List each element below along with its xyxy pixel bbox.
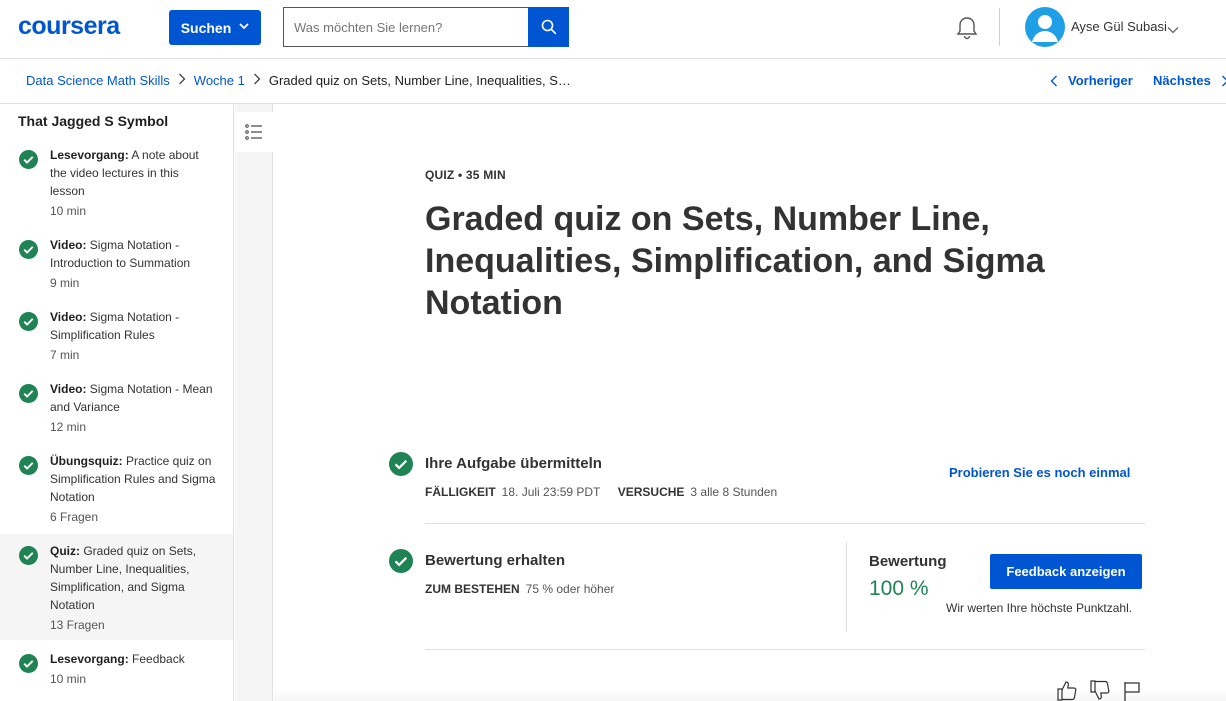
pass-label: ZUM BESTEHEN (425, 582, 520, 596)
pass-details: ZUM BESTEHEN 75 % oder höher (425, 582, 614, 596)
sidebar-item-reading-note[interactable]: Lesevorgang: A note about the video lect… (0, 146, 233, 220)
item-type: Video: (50, 238, 87, 252)
submit-section-title: Ihre Aufgabe übermitteln (425, 455, 602, 472)
item-meta: 13 Fragen (50, 618, 105, 632)
sidebar-item-video-intro[interactable]: Video: Sigma Notation - Introduction to … (0, 236, 233, 292)
item-type: Video: (50, 382, 87, 396)
grade-divider (846, 542, 847, 632)
user-name[interactable]: Ayse Gül Subasi (1071, 19, 1167, 34)
grade-value: 100 % (869, 577, 929, 600)
avatar-icon (1032, 15, 1058, 42)
breadcrumb-course[interactable]: Data Science Math Skills (26, 73, 170, 88)
attempts-label: VERSUCHE (617, 485, 685, 499)
avatar[interactable] (1025, 7, 1065, 47)
check-circle-icon (19, 240, 38, 259)
coursera-logo[interactable]: coursera (18, 12, 120, 41)
item-eyebrow: QUIZ • 35 MIN (425, 168, 506, 182)
breadcrumb-current: Graded quiz on Sets, Number Line, Inequa… (268, 73, 571, 88)
check-circle-icon (19, 312, 38, 331)
chevron-down-icon[interactable] (1167, 21, 1179, 39)
item-meta: 12 min (50, 420, 87, 434)
item-title: Feedback (128, 652, 185, 666)
sidebar-item-video-simplification[interactable]: Video: Sigma Notation - Simplification R… (0, 308, 233, 364)
chevron-right-icon (253, 73, 261, 88)
item-meta: 10 min (50, 672, 87, 686)
toggle-outline-button[interactable] (235, 112, 273, 152)
item-type: Video: (50, 310, 87, 324)
section-divider (425, 523, 1145, 524)
item-meta: 10 min (50, 204, 87, 218)
search-input[interactable] (294, 19, 519, 35)
check-circle-icon (19, 150, 38, 169)
explore-button[interactable]: Suchen (169, 10, 261, 45)
check-circle-icon (389, 452, 413, 476)
next-label: Nächstes (1153, 73, 1211, 88)
previous-button[interactable]: Vorheriger (1050, 73, 1133, 88)
breadcrumb-bar: Data Science Math Skills Woche 1 Graded … (0, 59, 1226, 104)
check-circle-icon (389, 549, 413, 573)
item-meta: 6 Fragen (50, 510, 99, 524)
search-field[interactable] (283, 7, 529, 47)
grade-section-title: Bewertung erhalten (425, 552, 566, 569)
search-icon (541, 19, 556, 35)
item-type: Lesevorgang: (50, 652, 129, 666)
item-type: Lesevorgang: (50, 148, 129, 162)
attempts-value: 3 alle 8 Stunden (690, 485, 778, 499)
header-divider (999, 8, 1000, 46)
toc-column (235, 104, 273, 701)
next-button[interactable]: Nächstes (1153, 73, 1226, 88)
item-type: Übungsquiz: (50, 454, 123, 468)
check-circle-icon (19, 456, 38, 475)
sidebar-item-video-mean-variance[interactable]: Video: Sigma Notation - Mean and Varianc… (0, 380, 233, 436)
due-label: FÄLLIGKEIT (425, 485, 496, 499)
top-header: coursera Suchen Ayse Gül Subasi (0, 0, 1226, 59)
previous-label: Vorheriger (1068, 73, 1133, 88)
chevron-right-icon (1221, 75, 1226, 86)
search-button[interactable] (528, 7, 569, 47)
item-meta: 7 min (50, 348, 80, 362)
sidebar-item-practice-quiz[interactable]: Übungsquiz: Practice quiz on Simplificat… (0, 452, 233, 526)
view-feedback-button[interactable]: Feedback anzeigen (990, 554, 1142, 589)
list-icon (245, 124, 262, 140)
lesson-title: That Jagged S Symbol (18, 113, 169, 129)
retry-link[interactable]: Probieren Sie es noch einmal (949, 465, 1130, 480)
sidebar-item-feedback[interactable]: Lesevorgang: Feedback 10 min (0, 650, 233, 688)
lesson-sidebar: That Jagged S Symbol Lesevorgang: A note… (0, 104, 234, 701)
item-type: Quiz: (50, 544, 80, 558)
chevron-right-icon (178, 73, 186, 88)
bell-icon (956, 17, 978, 40)
grade-label: Bewertung (869, 553, 947, 570)
breadcrumb: Data Science Math Skills Woche 1 Graded … (26, 73, 571, 88)
explore-button-label: Suchen (180, 19, 232, 36)
pass-value: 75 % oder höher (525, 582, 615, 596)
grade-note: Wir werten Ihre höchste Punktzahl. (946, 601, 1133, 615)
bottom-shadow (274, 690, 1226, 701)
section-divider (425, 649, 1145, 650)
chevron-down-icon (239, 22, 249, 33)
check-circle-icon (19, 546, 38, 565)
page-title: Graded quiz on Sets, Number Line, Inequa… (425, 200, 1045, 322)
check-circle-icon (19, 654, 38, 673)
notifications-button[interactable] (953, 14, 981, 42)
item-meta: 9 min (50, 276, 80, 290)
due-value: 18. Juli 23:59 PDT (501, 485, 601, 499)
chevron-left-icon (1050, 75, 1057, 86)
sidebar-item-graded-quiz[interactable]: Quiz: Graded quiz on Sets, Number Line, … (0, 534, 233, 640)
breadcrumb-week[interactable]: Woche 1 (194, 73, 245, 88)
submit-details: FÄLLIGKEIT 18. Juli 23:59 PDT VERSUCHE 3 a… (425, 485, 777, 499)
check-circle-icon (19, 384, 38, 403)
